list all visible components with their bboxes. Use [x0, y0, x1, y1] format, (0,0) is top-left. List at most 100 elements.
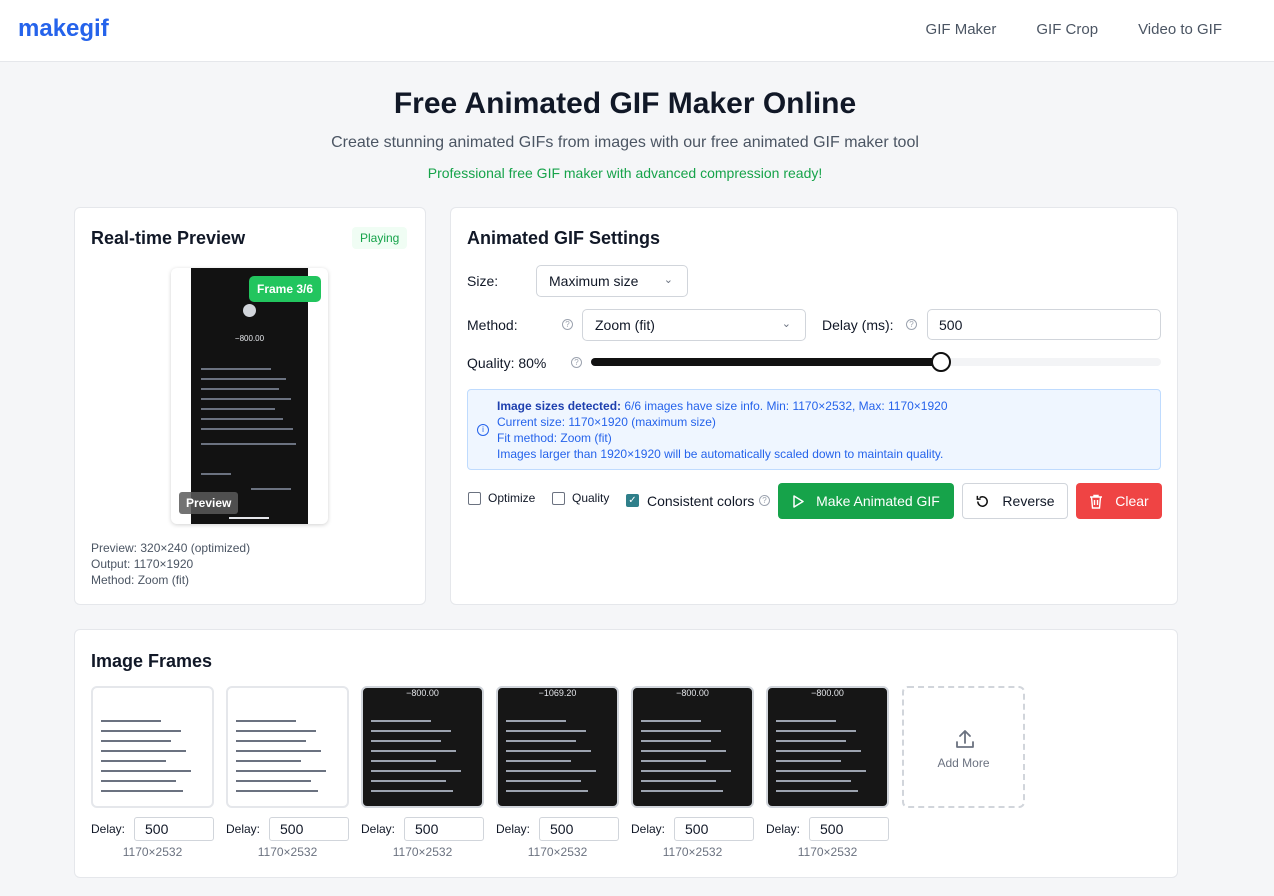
text-line	[641, 770, 731, 772]
home-indicator	[229, 517, 269, 519]
text-line	[506, 780, 581, 782]
frame-thumbnail[interactable]: −1069.20	[496, 686, 619, 808]
frame-dimensions: 1170×2532	[257, 845, 318, 859]
text-line	[641, 790, 723, 792]
frame-amount: −800.00	[811, 688, 844, 698]
text-line	[776, 720, 836, 722]
frame-thumbnail[interactable]: −800.00	[631, 686, 754, 808]
text-line	[506, 730, 586, 732]
text-line	[641, 720, 701, 722]
frame-delay-input[interactable]: 500	[269, 817, 349, 841]
text-line	[236, 730, 316, 732]
text-line	[236, 750, 321, 752]
text-line	[201, 428, 293, 430]
preview-card: Real-time Preview Playing −800.00 Frame …	[74, 207, 426, 605]
frame-thumbnail[interactable]	[91, 686, 214, 808]
frame-thumbnail[interactable]: −800.00	[766, 686, 889, 808]
help-icon[interactable]: ?	[759, 495, 770, 506]
text-line	[101, 720, 161, 722]
notice-heading: Image sizes detected:	[497, 399, 622, 413]
text-line	[776, 740, 846, 742]
size-label: Size:	[467, 273, 499, 289]
help-icon[interactable]: ?	[562, 319, 573, 330]
frame-dimensions: 1170×2532	[797, 845, 858, 859]
optimize-checkbox[interactable]	[468, 492, 481, 505]
clear-label: Clear	[1115, 493, 1149, 509]
add-more-button[interactable]: Add More	[902, 686, 1025, 808]
text-line	[371, 760, 436, 762]
preview-info-method: Method: Zoom (fit)	[91, 573, 190, 587]
text-line	[236, 770, 326, 772]
quality-checkbox[interactable]	[552, 492, 565, 505]
help-icon[interactable]: ?	[906, 319, 917, 330]
frame-delay-input[interactable]: 500	[404, 817, 484, 841]
text-line	[201, 378, 286, 380]
frame-delay-label: Delay:	[91, 822, 126, 836]
nav-link-gif-maker[interactable]: GIF Maker	[926, 21, 997, 38]
text-line	[506, 770, 596, 772]
logo[interactable]: makegif	[18, 15, 109, 43]
page-note: Professional free GIF maker with advance…	[427, 165, 823, 181]
frame-amount: −1069.20	[538, 688, 577, 698]
help-icon[interactable]: ?	[571, 357, 582, 368]
frame-delay-input[interactable]: 500	[674, 817, 754, 841]
frame-dimensions: 1170×2532	[527, 845, 588, 859]
size-select[interactable]: Maximum size ⌄	[536, 265, 688, 297]
text-line	[201, 418, 283, 420]
preview-screen: −800.00	[191, 268, 308, 524]
playing-badge: Playing	[352, 227, 408, 249]
method-select[interactable]: Zoom (fit) ⌄	[582, 309, 806, 341]
text-line	[201, 388, 279, 390]
text-line	[776, 760, 841, 762]
add-more-label: Add More	[937, 756, 990, 770]
text-line	[506, 720, 566, 722]
nav-link-video-to-gif[interactable]: Video to GIF	[1138, 21, 1222, 38]
text-line	[641, 760, 706, 762]
consistent-colors-checkbox[interactable]: ✓	[626, 494, 639, 507]
frame-delay-input[interactable]: 500	[134, 817, 214, 841]
delay-input[interactable]: 500	[927, 309, 1161, 340]
frame-delay-label: Delay:	[361, 822, 396, 836]
text-line	[101, 790, 183, 792]
clear-button[interactable]: Clear	[1076, 483, 1162, 519]
preview-amount: −800.00	[234, 334, 265, 343]
reverse-button[interactable]: Reverse	[962, 483, 1068, 519]
settings-title: Animated GIF Settings	[467, 228, 661, 248]
quality-slider-thumb[interactable]	[930, 352, 951, 372]
text-line	[101, 780, 176, 782]
frame-delay-label: Delay:	[496, 822, 531, 836]
text-line	[776, 790, 858, 792]
frame-counter-badge: Frame 3/6	[249, 276, 322, 302]
frame-thumbnail[interactable]	[226, 686, 349, 808]
text-line	[371, 720, 431, 722]
text-line	[506, 760, 571, 762]
frame-thumbnail[interactable]: −800.00	[361, 686, 484, 808]
notice-line-2: Current size: 1170×1920 (maximum size)	[497, 415, 716, 429]
trash-icon	[1090, 494, 1103, 509]
text-line	[236, 740, 306, 742]
info-icon: i	[477, 424, 489, 436]
play-icon	[793, 494, 804, 508]
text-line	[641, 730, 721, 732]
frames-card: Image Frames Delay: 500 1170×2532 Delay: 500…	[74, 629, 1178, 878]
frame-delay-input[interactable]: 500	[809, 817, 889, 841]
text-line	[371, 740, 441, 742]
text-line	[101, 760, 166, 762]
text-line	[101, 740, 171, 742]
notice-line-3: Fit method: Zoom (fit)	[497, 431, 612, 445]
frames-title: Image Frames	[91, 651, 213, 671]
delay-label: Delay (ms):	[822, 317, 894, 333]
make-gif-button[interactable]: Make Animated GIF	[778, 483, 954, 519]
notice-line-1: Image sizes detected: 6/6 images have si…	[497, 399, 948, 413]
text-line	[371, 780, 446, 782]
frame-dimensions: 1170×2532	[392, 845, 453, 859]
chevron-down-icon: ⌄	[663, 274, 673, 286]
quality-slider-fill	[591, 358, 941, 366]
frame-delay-input[interactable]: 500	[539, 817, 619, 841]
nav-link-gif-crop[interactable]: GIF Crop	[1036, 21, 1098, 38]
text-line	[236, 790, 318, 792]
frame-dimensions: 1170×2532	[662, 845, 723, 859]
text-line	[101, 770, 191, 772]
quality-slider[interactable]	[591, 352, 1161, 372]
avatar	[243, 304, 256, 317]
